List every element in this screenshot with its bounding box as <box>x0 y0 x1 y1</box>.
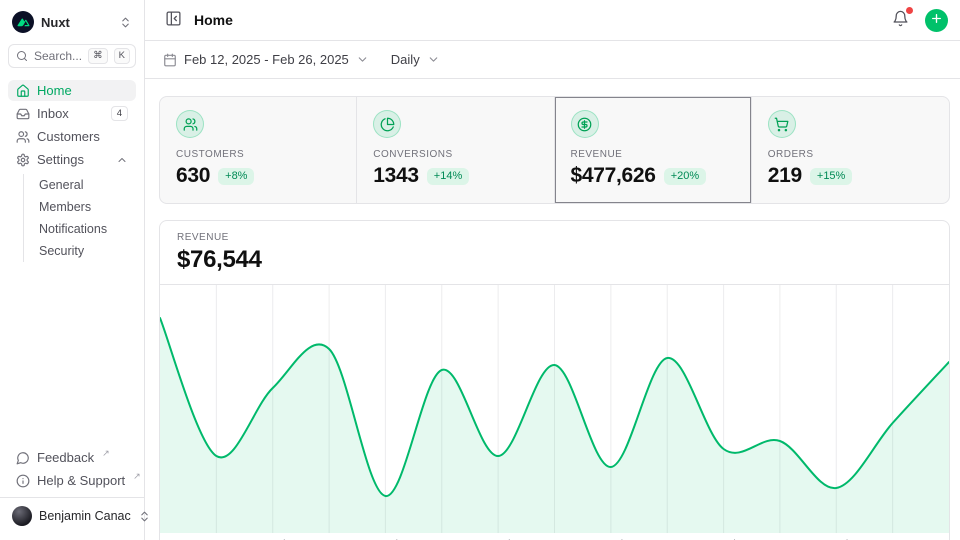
external-link-icon: ↗ <box>133 471 141 482</box>
user-name: Benjamin Canac <box>39 509 131 523</box>
chevrons-up-down-icon <box>119 16 132 29</box>
chart-body: 14 Feb16 Feb18 Feb20 Feb22 Feb24 Feb <box>160 285 949 540</box>
topbar: Home <box>145 0 960 41</box>
chevron-down-icon <box>356 53 369 66</box>
add-button[interactable] <box>925 9 948 32</box>
external-link-icon: ↗ <box>102 448 110 459</box>
chart-pie-icon <box>373 110 401 138</box>
stat-value: 1343 <box>373 164 419 188</box>
sidebar-item-customers[interactable]: Customers <box>8 126 136 147</box>
stat-card-orders[interactable]: ORDERS 219 +15% <box>752 97 949 203</box>
info-icon <box>16 474 30 488</box>
stat-value: 630 <box>176 164 210 188</box>
sidebar-item-home[interactable]: Home <box>8 80 136 101</box>
users-icon <box>176 110 204 138</box>
sidebar-item-inbox[interactable]: Inbox 4 <box>8 103 136 124</box>
stats-row: CUSTOMERS 630 +8% CONVERSIONS 1343 +14% REVENU… <box>159 96 950 204</box>
main-area: Home Feb 12, 2025 - Feb 26, 2025 Daily C… <box>145 0 960 540</box>
nuxt-logo-icon <box>12 11 34 33</box>
granularity-select[interactable]: Daily <box>391 52 440 67</box>
circle-dollar-icon <box>571 110 599 138</box>
search-icon <box>16 50 28 62</box>
sidebar-subitem-security[interactable]: Security <box>35 240 136 262</box>
kbd-cmd: ⌘ <box>88 48 108 64</box>
notifications-button[interactable] <box>890 8 911 32</box>
stat-value: $477,626 <box>571 164 656 188</box>
inbox-icon <box>16 107 30 121</box>
search-placeholder: Search... <box>34 49 82 63</box>
stat-card-customers[interactable]: CUSTOMERS 630 +8% <box>160 97 357 203</box>
house-icon <box>16 84 30 98</box>
topbar-actions <box>890 8 948 32</box>
stat-label: REVENUE <box>571 149 735 160</box>
settings-icon <box>16 153 30 167</box>
sidebar-item-help-support[interactable]: Help & Support↗ <box>8 470 136 491</box>
users-icon <box>16 130 30 144</box>
page-title: Home <box>194 12 233 28</box>
sidebar-spacer <box>8 264 136 447</box>
sidebar-subitem-members[interactable]: Members <box>35 196 136 218</box>
sidebar-subitem-notifications[interactable]: Notifications <box>35 218 136 240</box>
filters-toolbar: Feb 12, 2025 - Feb 26, 2025 Daily <box>145 41 960 79</box>
notification-dot <box>906 7 913 14</box>
sidebar-item-label: Settings <box>37 152 109 167</box>
date-range-label: Feb 12, 2025 - Feb 26, 2025 <box>184 52 349 67</box>
calendar-icon <box>163 53 177 67</box>
sidebar-item-label: Inbox <box>37 106 104 121</box>
sidebar: Nuxt Search... ⌘ K Home Inbox 4 Customers Se… <box>0 0 145 540</box>
stat-delta-badge: +8% <box>218 168 254 185</box>
user-avatar <box>12 506 32 526</box>
stat-delta-badge: +20% <box>664 168 706 185</box>
dashboard-content: CUSTOMERS 630 +8% CONVERSIONS 1343 +14% REVENU… <box>145 79 960 540</box>
workspace-name: Nuxt <box>41 15 112 30</box>
stat-label: CUSTOMERS <box>176 149 340 160</box>
chart-title: REVENUE <box>177 232 932 243</box>
workspace-switcher[interactable]: Nuxt <box>8 8 136 36</box>
x-axis-ticks: 14 Feb16 Feb18 Feb20 Feb22 Feb24 Feb <box>160 533 949 540</box>
chevron-down-icon <box>427 53 440 66</box>
panel-left-close-icon <box>165 10 182 30</box>
sidebar-submenu: GeneralMembersNotificationsSecurity <box>23 174 136 262</box>
revenue-area-chart[interactable] <box>160 285 949 533</box>
shopping-cart-icon <box>768 110 796 138</box>
kbd-k: K <box>114 48 130 64</box>
sidebar-subitem-general[interactable]: General <box>35 174 136 196</box>
stat-value: 219 <box>768 164 802 188</box>
stat-delta-badge: +14% <box>427 168 469 185</box>
revenue-chart-card: REVENUE $76,544 14 Feb16 Feb18 Feb20 Feb… <box>159 220 950 540</box>
search-input[interactable]: Search... ⌘ K <box>8 44 136 68</box>
sidebar-collapse-button[interactable] <box>163 8 184 32</box>
count-badge: 4 <box>111 106 128 121</box>
date-range-picker[interactable]: Feb 12, 2025 - Feb 26, 2025 <box>163 52 369 67</box>
sidebar-item-label: Feedback <box>37 450 94 465</box>
sidebar-item-label: Help & Support <box>37 473 125 488</box>
stat-delta-badge: +15% <box>810 168 852 185</box>
stat-card-conversions[interactable]: CONVERSIONS 1343 +14% <box>357 97 554 203</box>
granularity-label: Daily <box>391 52 420 67</box>
stat-card-revenue[interactable]: REVENUE $477,626 +20% <box>555 97 752 203</box>
user-menu[interactable]: Benjamin Canac <box>0 497 144 532</box>
sidebar-item-settings[interactable]: Settings <box>8 149 136 170</box>
sidebar-item-label: Home <box>37 83 128 98</box>
stat-label: CONVERSIONS <box>373 149 537 160</box>
stat-label: ORDERS <box>768 149 933 160</box>
sidebar-nav: Home Inbox 4 Customers Settings GeneralMember… <box>8 80 136 264</box>
sidebar-item-feedback[interactable]: Feedback ↗ <box>8 447 136 468</box>
chevron-up-icon <box>116 154 128 166</box>
plus-icon <box>930 12 943 28</box>
chart-current-value: $76,544 <box>177 246 932 274</box>
sidebar-footer-nav: Feedback ↗ Help & Support↗ <box>8 447 136 491</box>
sidebar-item-label: Customers <box>37 129 128 144</box>
chart-header: REVENUE $76,544 <box>160 221 949 285</box>
message-circle-icon <box>16 451 30 465</box>
